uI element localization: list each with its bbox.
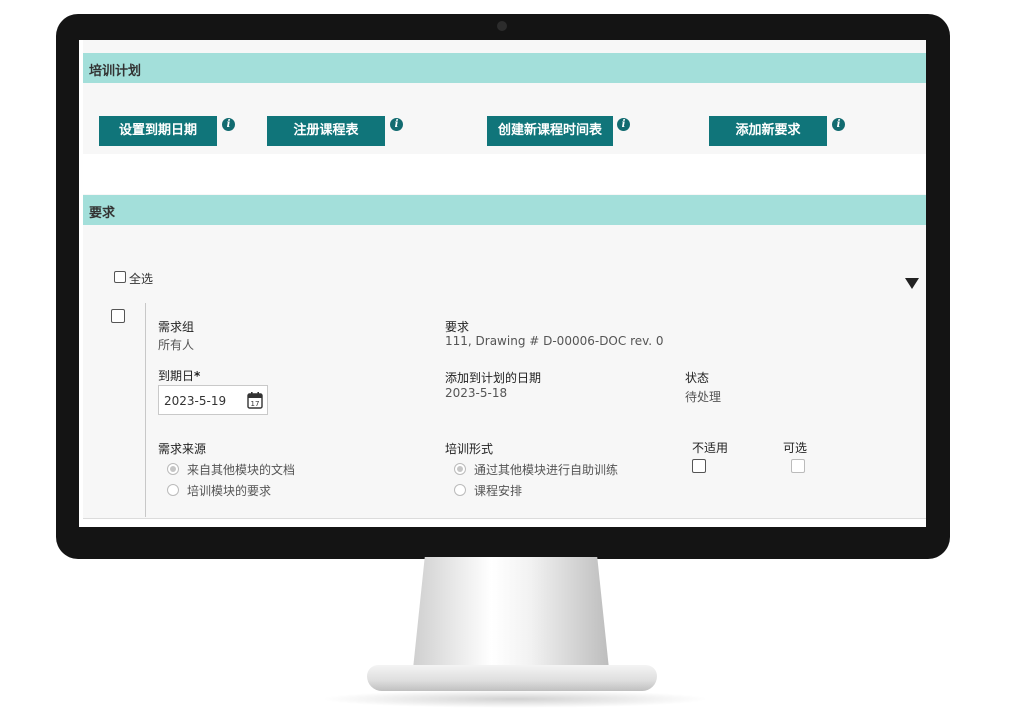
source-option-label: 来自其他模块的文档: [187, 463, 296, 477]
screen-footer-edge: [83, 518, 926, 527]
format-option-label: 通过其他模块进行自助训练: [474, 463, 619, 477]
collapse-caret-icon[interactable]: [905, 278, 919, 289]
calendar-icon[interactable]: 17: [247, 391, 263, 409]
training-plan-title: 培训计划: [89, 64, 142, 79]
required-mark: *: [194, 369, 201, 383]
not-applicable-label: 不适用: [692, 441, 729, 455]
monitor-shadow: [320, 690, 710, 708]
requirements-header: 要求: [83, 195, 926, 225]
status-value: 待处理: [685, 390, 722, 404]
due-date-label: 到期日*: [158, 369, 201, 383]
calendar-day: 17: [251, 400, 260, 408]
add-requirement-button[interactable]: 添加新要求: [709, 116, 827, 146]
source-option-radio[interactable]: [167, 463, 179, 475]
due-date-value: 2023-5-19: [164, 394, 227, 408]
monitor-stand-neck: [413, 557, 609, 669]
set-due-date-button[interactable]: 设置到期日期: [99, 116, 217, 146]
added-date-value: 2023-5-18: [445, 386, 508, 400]
webcam-icon: [497, 21, 507, 31]
requirement-group-value: 所有人: [158, 338, 195, 352]
requirement-label: 要求: [445, 320, 470, 334]
select-all-label: 全选: [129, 272, 154, 286]
source-label: 需求来源: [158, 442, 207, 456]
register-schedule-button[interactable]: 注册课程表: [267, 116, 385, 146]
added-date-label: 添加到计划的日期: [445, 371, 542, 385]
status-label: 状态: [685, 371, 710, 385]
due-date-input[interactable]: 2023-5-19 17: [158, 385, 268, 415]
select-all-checkbox[interactable]: [114, 271, 126, 283]
format-option-radio[interactable]: [454, 463, 466, 475]
not-applicable-checkbox[interactable]: [692, 459, 706, 473]
source-option-label: 培训模块的要求: [187, 484, 272, 498]
row-divider: [145, 303, 146, 517]
monitor-stand-base: [367, 665, 657, 691]
format-option-label: 课程安排: [474, 484, 523, 498]
requirement-group-label: 需求组: [158, 320, 195, 334]
info-icon[interactable]: i: [222, 118, 235, 131]
format-label: 培训形式: [445, 442, 494, 456]
info-icon[interactable]: i: [617, 118, 630, 131]
optional-label: 可选: [783, 441, 808, 455]
app-content: 培训计划 设置到期日期 i 注册课程表 i 创建新课程时间表 i 添加新要求 i…: [83, 40, 926, 527]
row-select-checkbox[interactable]: [111, 309, 125, 323]
source-option-radio[interactable]: [167, 484, 179, 496]
optional-checkbox[interactable]: [791, 459, 805, 473]
info-icon[interactable]: i: [832, 118, 845, 131]
requirement-value: 111, Drawing # D-00006-DOC rev. 0: [445, 334, 664, 348]
format-option-radio[interactable]: [454, 484, 466, 496]
training-plan-header: 培训计划: [83, 53, 926, 83]
monitor-screen: 培训计划 设置到期日期 i 注册课程表 i 创建新课程时间表 i 添加新要求 i…: [79, 40, 926, 527]
section-spacer: [83, 154, 926, 194]
info-icon[interactable]: i: [390, 118, 403, 131]
requirements-title: 要求: [89, 206, 116, 221]
create-schedule-button[interactable]: 创建新课程时间表: [487, 116, 613, 146]
